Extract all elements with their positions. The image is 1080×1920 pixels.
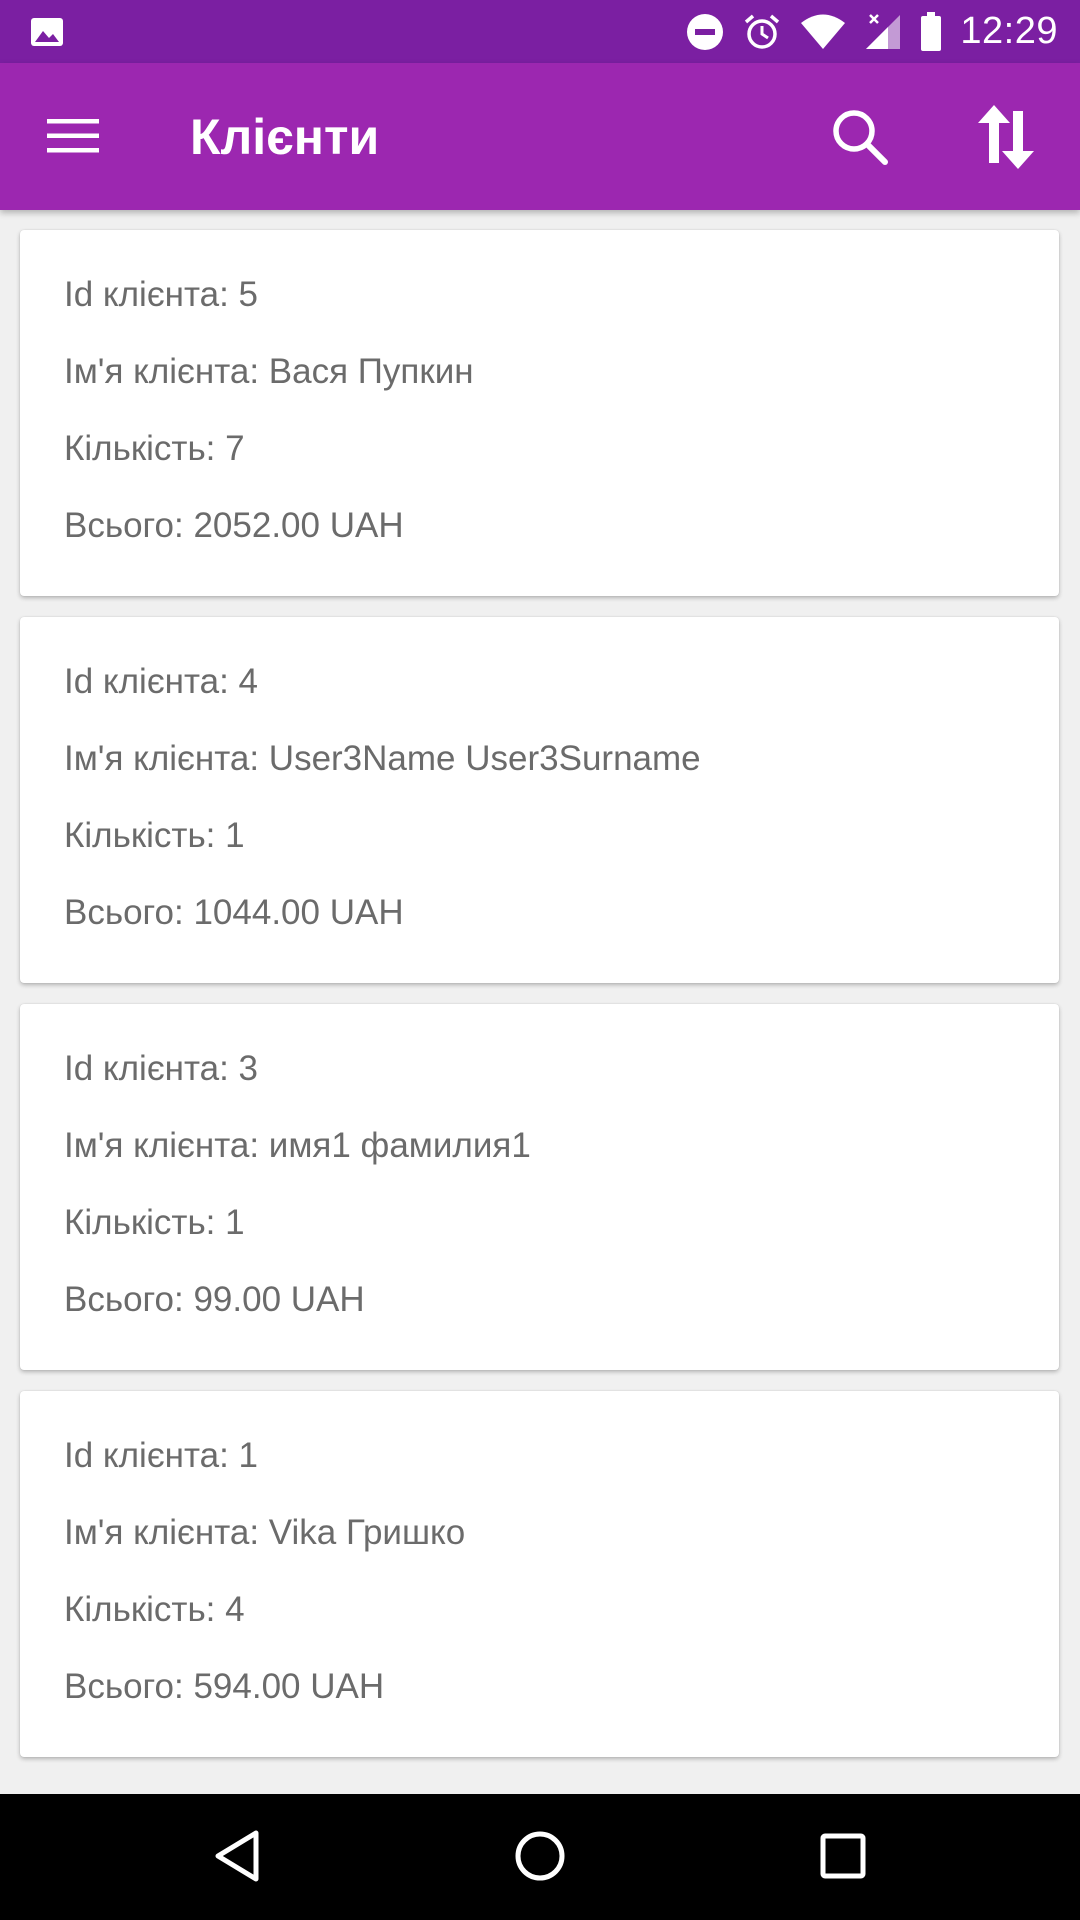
client-name: Ім'я клієнта: Вася Пупкин <box>64 352 474 391</box>
client-id: Id клієнта: 3 <box>64 1049 259 1088</box>
signal-icon <box>864 13 902 51</box>
home-button[interactable] <box>500 1818 580 1898</box>
search-button[interactable] <box>820 99 900 179</box>
recents-button[interactable] <box>803 1818 883 1898</box>
image-icon <box>30 17 64 47</box>
navigation-bar <box>0 1794 1080 1920</box>
client-total: Всього: 594.00 UAH <box>64 1667 385 1706</box>
client-total: Всього: 2052.00 UAH <box>64 506 404 545</box>
client-count: Кількість: 7 <box>64 429 245 468</box>
client-total: Всього: 1044.00 UAH <box>64 893 404 932</box>
alarm-icon <box>742 12 782 52</box>
app-bar: Клієнти <box>0 63 1080 210</box>
search-icon <box>830 107 890 172</box>
status-time: 12:29 <box>960 10 1058 52</box>
sort-icon <box>976 104 1036 174</box>
client-name: Ім'я клієнта: имя1 фамилия1 <box>64 1126 531 1165</box>
client-total: Всього: 99.00 UAH <box>64 1280 365 1319</box>
client-card[interactable]: Id клієнта: 1 Ім'я клієнта: Vika Гришко … <box>20 1391 1059 1757</box>
screen: 12:29 Клієнти Id клієнта: 5 Ім'я клієнта… <box>0 0 1080 1920</box>
battery-icon <box>920 11 942 52</box>
wifi-icon <box>800 14 846 50</box>
page-title: Клієнти <box>190 109 380 165</box>
client-id: Id клієнта: 1 <box>64 1436 259 1475</box>
client-list: Id клієнта: 5 Ім'я клієнта: Вася Пупкин … <box>0 210 1080 1794</box>
client-name: Ім'я клієнта: Vika Гришко <box>64 1513 466 1552</box>
recents-icon <box>819 1832 867 1885</box>
client-count: Кількість: 4 <box>64 1590 245 1629</box>
client-name: Ім'я клієнта: User3Name User3Surname <box>64 739 701 778</box>
menu-button[interactable] <box>38 103 108 173</box>
do-not-disturb-icon <box>686 13 724 51</box>
sort-button[interactable] <box>966 99 1046 179</box>
back-icon <box>212 1829 262 1888</box>
back-button[interactable] <box>197 1818 277 1898</box>
client-card[interactable]: Id клієнта: 3 Ім'я клієнта: имя1 фамилия… <box>20 1004 1059 1370</box>
client-count: Кількість: 1 <box>64 1203 245 1242</box>
client-id: Id клієнта: 4 <box>64 662 259 701</box>
home-icon <box>513 1829 567 1888</box>
menu-icon <box>47 116 99 161</box>
status-bar: 12:29 <box>0 0 1080 63</box>
client-card[interactable]: Id клієнта: 5 Ім'я клієнта: Вася Пупкин … <box>20 230 1059 596</box>
client-id: Id клієнта: 5 <box>64 275 259 314</box>
client-count: Кількість: 1 <box>64 816 245 855</box>
client-card[interactable]: Id клієнта: 4 Ім'я клієнта: User3Name Us… <box>20 617 1059 983</box>
